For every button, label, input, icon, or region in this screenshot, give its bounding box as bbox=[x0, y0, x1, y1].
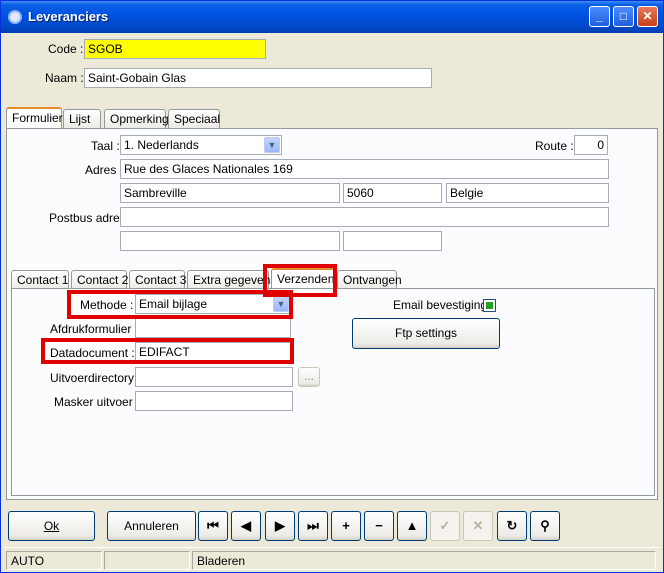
naam-field[interactable]: Saint-Gobain Glas bbox=[84, 68, 432, 88]
afdruk-field[interactable] bbox=[135, 318, 291, 338]
annuleren-label: Annuleren bbox=[124, 519, 179, 533]
postbus-line1-field[interactable] bbox=[120, 207, 609, 227]
ok-label: Ok bbox=[43, 519, 60, 533]
email-bevestiging-label: Email bevestiging bbox=[393, 298, 488, 312]
tab-speciaal[interactable]: Speciaal bbox=[168, 109, 220, 128]
ok-button[interactable]: Ok bbox=[8, 511, 95, 541]
title-bar[interactable]: Leveranciers _ □ ✕ bbox=[1, 1, 663, 33]
masker-field[interactable] bbox=[135, 391, 293, 411]
postbus-postcode-field[interactable] bbox=[343, 231, 442, 251]
status-mode: AUTO bbox=[6, 551, 102, 570]
masker-label: Masker uitvoer : bbox=[54, 395, 140, 409]
email-bevestiging-checkbox[interactable] bbox=[483, 299, 496, 312]
uitvoerdirectory-label: Uitvoerdirectory : bbox=[50, 371, 141, 385]
edit-record-icon[interactable]: ▲ bbox=[397, 511, 427, 541]
tab-contact-3[interactable]: Contact 3 bbox=[129, 270, 186, 289]
first-record-icon[interactable]: ⏮ bbox=[198, 511, 228, 541]
taal-label: Taal : bbox=[91, 139, 120, 153]
annotation-methode bbox=[67, 290, 293, 319]
add-record-icon[interactable]: + bbox=[331, 511, 361, 541]
taal-select[interactable]: 1. Nederlands ▼ bbox=[120, 135, 282, 155]
delete-record-icon[interactable]: − bbox=[364, 511, 394, 541]
next-record-icon[interactable]: ▶ bbox=[265, 511, 295, 541]
window-title: Leveranciers bbox=[28, 9, 109, 24]
postcode-field[interactable]: 5060 bbox=[343, 183, 442, 203]
leveranciers-window: Leveranciers _ □ ✕ Code : SGOB Naam : Sa… bbox=[0, 0, 664, 573]
taal-value: 1. Nederlands bbox=[124, 138, 199, 152]
afdruk-label: Afdrukformulier : bbox=[50, 322, 139, 336]
minimize-icon[interactable]: _ bbox=[589, 6, 610, 27]
post-record-icon[interactable]: ✓ bbox=[430, 511, 460, 541]
status-bar: AUTO Bladeren bbox=[4, 547, 660, 571]
last-record-icon[interactable]: ⏭ bbox=[298, 511, 328, 541]
ftp-settings-button[interactable]: Ftp settings bbox=[352, 318, 500, 349]
adres-label: Adres : bbox=[85, 163, 124, 177]
annuleren-button[interactable]: Annuleren bbox=[107, 511, 196, 541]
tab-formulier[interactable]: Formulier bbox=[6, 107, 63, 128]
browse-button[interactable]: ... bbox=[298, 367, 320, 387]
search-binoculars-icon[interactable]: ⚲ bbox=[530, 511, 560, 541]
route-label: Route : bbox=[535, 139, 574, 153]
refresh-icon[interactable]: ↻ bbox=[497, 511, 527, 541]
annotation-datadocument bbox=[41, 338, 294, 364]
postbus-city-field[interactable] bbox=[120, 231, 340, 251]
maximize-icon[interactable]: □ bbox=[613, 6, 634, 27]
tab-opmerking[interactable]: Opmerking bbox=[104, 109, 169, 128]
previous-record-icon[interactable]: ◀ bbox=[231, 511, 261, 541]
chevron-down-icon[interactable]: ▼ bbox=[264, 137, 280, 153]
tab-ontvangen[interactable]: Ontvangen bbox=[337, 270, 402, 289]
country-field[interactable]: Belgie bbox=[446, 183, 609, 203]
tab-lijst[interactable]: Lijst bbox=[63, 109, 101, 128]
uitvoerdirectory-field[interactable] bbox=[135, 367, 293, 387]
postbus-label: Postbus adres: bbox=[49, 211, 130, 225]
close-icon[interactable]: ✕ bbox=[637, 6, 658, 27]
status-middle bbox=[104, 551, 190, 570]
cancel-record-icon[interactable]: ✕ bbox=[463, 511, 493, 541]
tab-extra-gegevens[interactable]: Extra gegevens bbox=[187, 270, 276, 289]
check-indicator bbox=[486, 302, 493, 309]
city-field[interactable]: Sambreville bbox=[120, 183, 340, 203]
code-field[interactable]: SGOB bbox=[84, 39, 266, 59]
code-label: Code : bbox=[48, 42, 84, 56]
tab-contact-1[interactable]: Contact 1 bbox=[11, 270, 69, 289]
tab-contact-2[interactable]: Contact 2 bbox=[71, 270, 128, 289]
app-icon bbox=[8, 10, 22, 24]
adres-line1-field[interactable]: Rue des Glaces Nationales 169 bbox=[120, 159, 609, 179]
verzenden-page: Methode : Email bijlage ▼ Afdrukformulie… bbox=[11, 288, 655, 496]
route-field[interactable]: 0 bbox=[574, 135, 608, 155]
naam-label: Naam : bbox=[45, 71, 84, 85]
status-state: Bladeren bbox=[192, 551, 656, 570]
